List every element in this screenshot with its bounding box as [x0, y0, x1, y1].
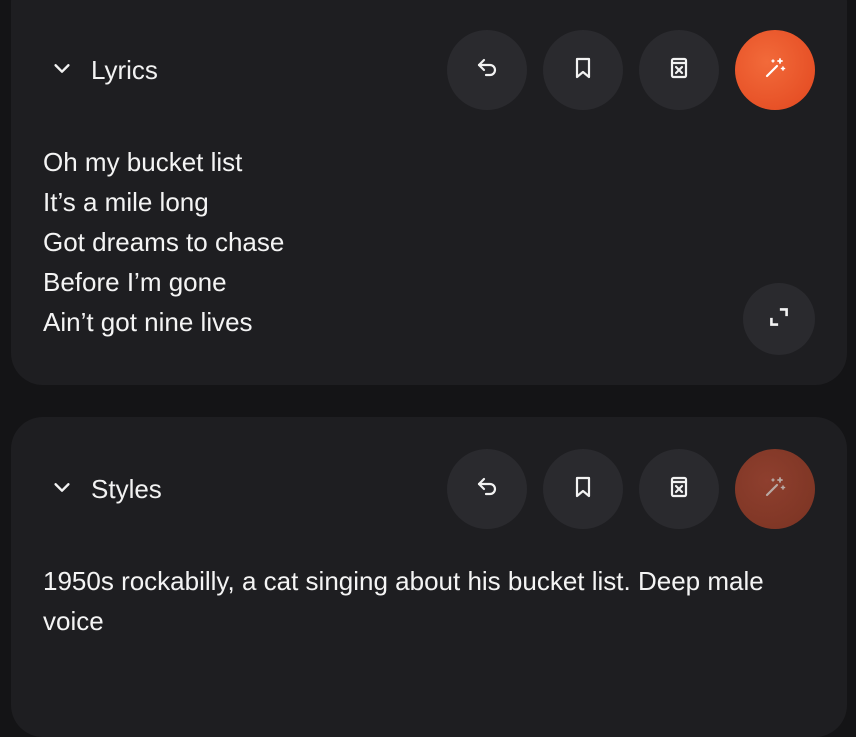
lyrics-generate-button[interactable]: [735, 30, 815, 110]
lyrics-undo-button[interactable]: [447, 30, 527, 110]
expand-icon: [766, 304, 792, 335]
styles-generate-button[interactable]: [735, 449, 815, 529]
lyrics-bookmark-button[interactable]: [543, 30, 623, 110]
lyrics-actions: [447, 30, 815, 110]
styles-bookmark-button[interactable]: [543, 449, 623, 529]
styles-clear-button[interactable]: [639, 449, 719, 529]
styles-collapse-toggle[interactable]: Styles: [51, 474, 162, 505]
lyrics-line: Ain’t got nine lives: [43, 307, 253, 337]
styles-title: Styles: [91, 473, 162, 504]
undo-icon: [475, 56, 499, 85]
lyrics-clear-button[interactable]: [639, 30, 719, 110]
lyrics-text[interactable]: Oh my bucket list It’s a mile long Got d…: [43, 142, 767, 342]
bookmark-icon: [571, 475, 595, 504]
clear-icon: [667, 56, 691, 85]
magic-wand-icon: [763, 56, 787, 85]
lyrics-line: Oh my bucket list: [43, 147, 243, 177]
styles-header: Styles: [11, 449, 847, 529]
undo-icon: [475, 475, 499, 504]
lyrics-collapse-toggle[interactable]: Lyrics: [51, 55, 158, 86]
styles-actions: [447, 449, 815, 529]
lyrics-title: Lyrics: [91, 54, 158, 85]
chevron-down-icon: [51, 57, 73, 84]
lyrics-line: Got dreams to chase: [43, 227, 285, 257]
bookmark-icon: [571, 56, 595, 85]
styles-text[interactable]: 1950s rockabilly, a cat singing about hi…: [43, 561, 767, 641]
chevron-down-icon: [51, 476, 73, 503]
lyrics-header: Lyrics: [11, 30, 847, 110]
styles-card: Styles 1950s rockabilly, a cat singing a…: [11, 417, 847, 737]
lyrics-line: Before I’m gone: [43, 267, 227, 297]
lyrics-expand-button[interactable]: [743, 283, 815, 355]
magic-wand-icon: [763, 475, 787, 504]
clear-icon: [667, 475, 691, 504]
lyrics-card: Lyrics Oh my bucket list It’s a mile lon…: [11, 0, 847, 385]
styles-undo-button[interactable]: [447, 449, 527, 529]
lyrics-line: It’s a mile long: [43, 187, 209, 217]
